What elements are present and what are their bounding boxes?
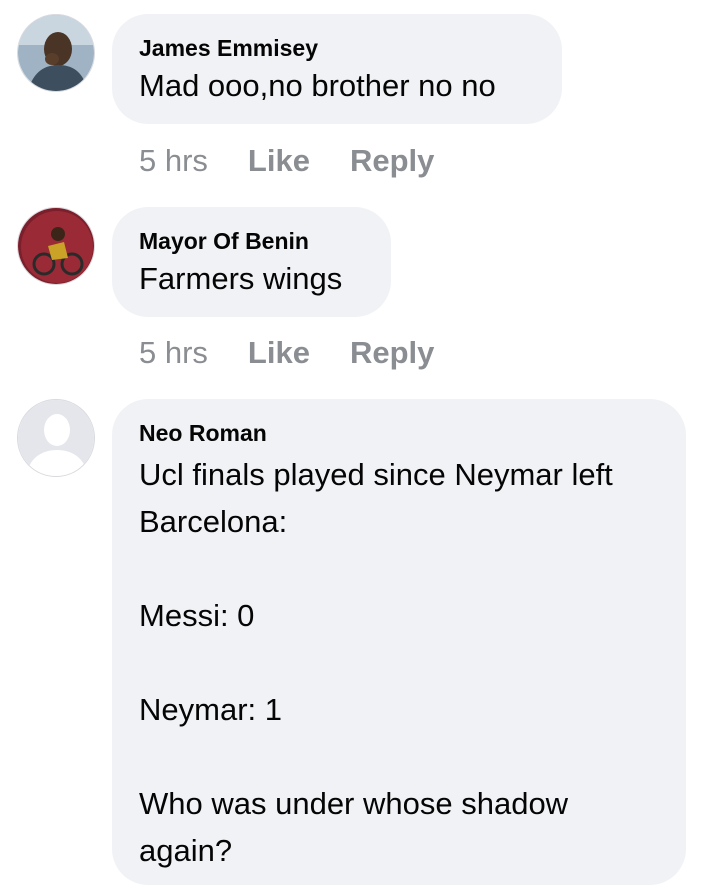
comment-bubble: Neo Roman Ucl finals played since Neymar…: [112, 399, 686, 885]
comment-item: Neo Roman Ucl finals played since Neymar…: [0, 0, 720, 894]
default-user-silhouette-icon: [18, 400, 94, 476]
avatar[interactable]: [17, 399, 95, 477]
comment-text: Ucl finals played since Neymar left Barc…: [139, 457, 613, 868]
comment-author[interactable]: Neo Roman: [139, 419, 658, 447]
